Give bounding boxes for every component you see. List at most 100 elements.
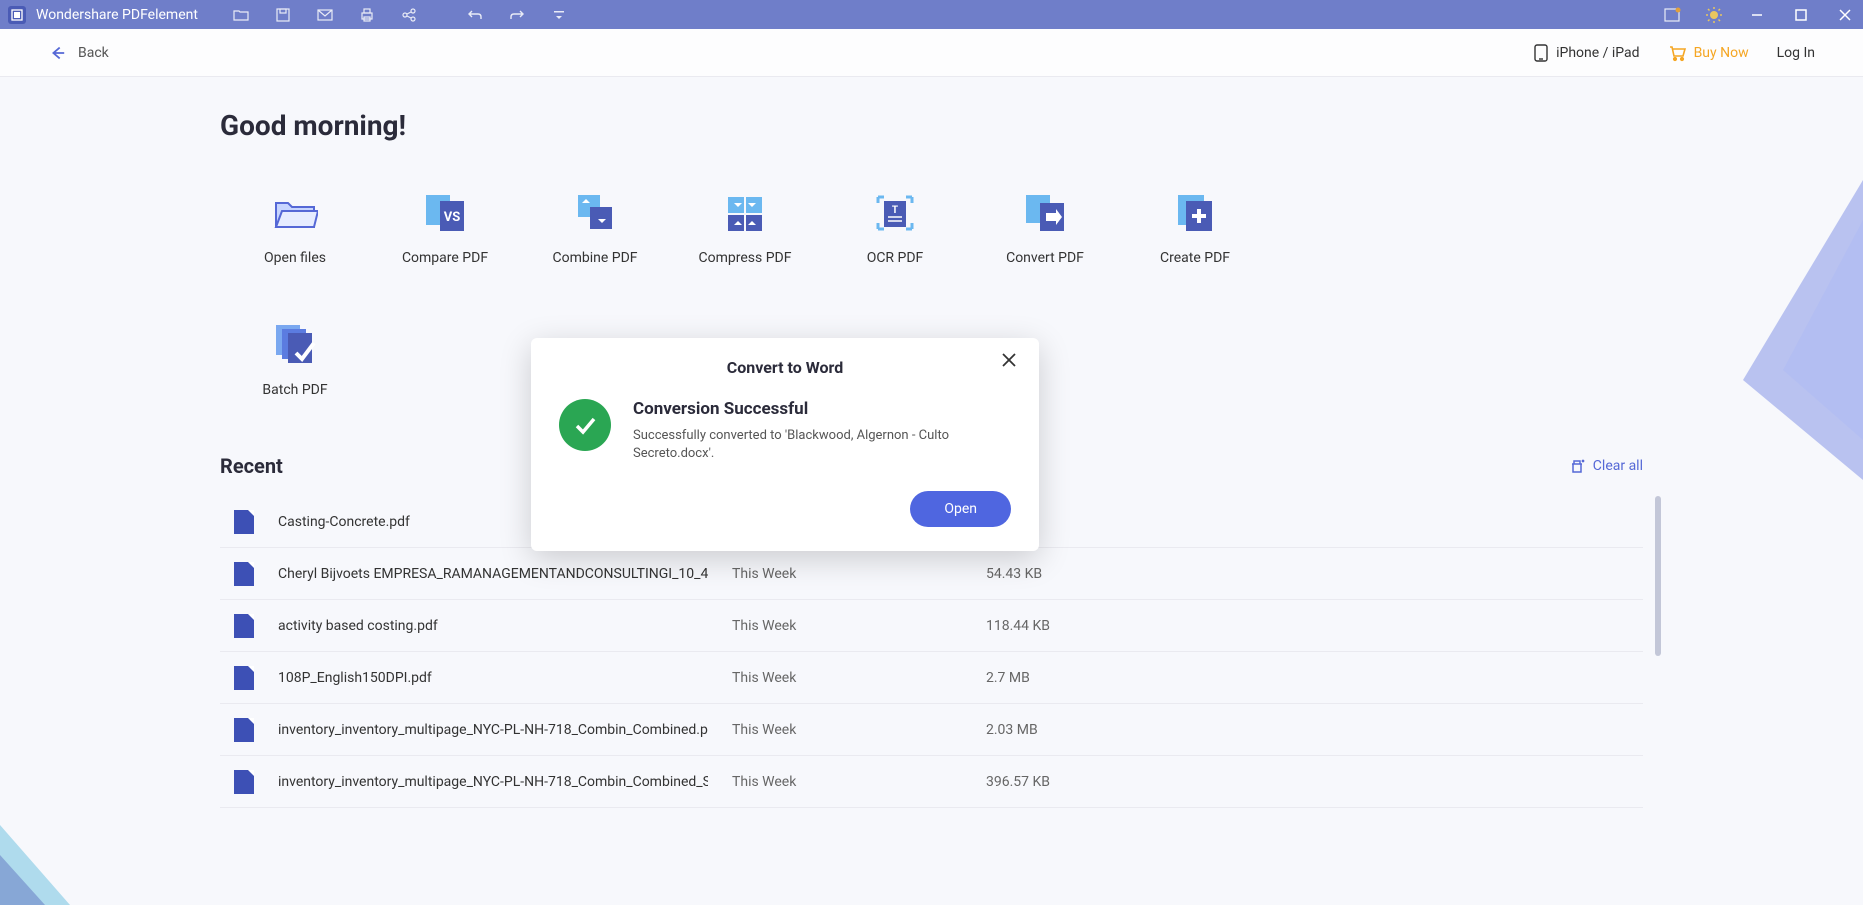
folder-icon[interactable] — [232, 6, 250, 24]
buy-now-link[interactable]: Buy Now — [1668, 44, 1749, 62]
file-size: 2.03 MB — [986, 722, 1038, 738]
recent-row[interactable]: inventory_inventory_multipage_NYC-PL-NH-… — [220, 756, 1643, 808]
titlebar-left: Wondershare PDFelement — [8, 6, 568, 24]
modal-footer: Open — [559, 491, 1011, 527]
iphone-label: iPhone / iPad — [1556, 45, 1639, 61]
app-logo — [8, 6, 26, 24]
action-label: Combine PDF — [552, 250, 637, 266]
file-date: This Week — [732, 722, 962, 738]
file-date: This Week — [732, 670, 962, 686]
back-button[interactable]: Back — [48, 44, 109, 62]
dropdown-icon[interactable] — [550, 6, 568, 24]
recent-row[interactable]: inventory_inventory_multipage_NYC-PL-NH-… — [220, 704, 1643, 756]
convert-modal: Convert to Word Conversion Successful Su… — [531, 338, 1039, 551]
maximize-button[interactable] — [1791, 5, 1811, 25]
file-size: 54.43 KB — [986, 566, 1042, 582]
action-compare-pdf[interactable]: VS Compare PDF — [370, 190, 520, 266]
phone-icon — [1534, 44, 1548, 62]
login-label: Log In — [1777, 45, 1815, 61]
file-name: inventory_inventory_multipage_NYC-PL-NH-… — [278, 722, 708, 738]
create-icon — [1172, 190, 1218, 236]
action-create-pdf[interactable]: Create PDF — [1120, 190, 1270, 266]
subheader: Back iPhone / iPad Buy Now Log In — [0, 29, 1863, 77]
action-open-files[interactable]: Open files — [220, 190, 370, 266]
recent-row[interactable]: Cheryl Bijvoets EMPRESA_RAMANAGEMENTANDC… — [220, 548, 1643, 600]
modal-text: Conversion Successful Successfully conve… — [633, 399, 953, 463]
subheader-right: iPhone / iPad Buy Now Log In — [1534, 44, 1815, 62]
clear-all-label: Clear all — [1593, 458, 1643, 474]
login-link[interactable]: Log In — [1777, 45, 1815, 61]
action-label: Batch PDF — [262, 382, 327, 398]
modal-title: Convert to Word — [559, 358, 1011, 377]
file-name: 108P_English150DPI.pdf — [278, 670, 708, 686]
action-label: Create PDF — [1160, 250, 1230, 266]
back-label: Back — [78, 45, 109, 61]
close-button[interactable] — [1835, 5, 1855, 25]
notification-icon[interactable] — [1663, 6, 1681, 24]
file-size: 396.57 KB — [986, 774, 1050, 790]
action-ocr-pdf[interactable]: T OCR PDF — [820, 190, 970, 266]
print-icon[interactable] — [358, 6, 376, 24]
pdf-file-icon — [234, 614, 254, 638]
pdf-file-icon — [234, 770, 254, 794]
open-folder-icon — [272, 190, 318, 236]
file-date: This Week — [732, 618, 962, 634]
action-label: OCR PDF — [867, 250, 924, 266]
combine-icon — [572, 190, 618, 236]
success-check-icon — [559, 399, 611, 451]
file-size: 2.7 MB — [986, 670, 1030, 686]
iphone-link[interactable]: iPhone / iPad — [1534, 44, 1639, 62]
svg-text:T: T — [892, 205, 898, 216]
pdf-file-icon — [234, 510, 254, 534]
action-label: Compress PDF — [699, 250, 792, 266]
clear-all-button[interactable]: Clear all — [1569, 458, 1643, 474]
titlebar-right — [1663, 5, 1855, 25]
recent-title: Recent — [220, 454, 283, 478]
recent-row[interactable]: activity based costing.pdf This Week 118… — [220, 600, 1643, 652]
clear-icon — [1569, 458, 1585, 474]
action-batch-pdf[interactable]: Batch PDF — [220, 322, 370, 398]
modal-message: Successfully converted to 'Blackwood, Al… — [633, 427, 953, 463]
modal-status: Conversion Successful — [633, 399, 953, 419]
mail-icon[interactable] — [316, 6, 334, 24]
ocr-icon: T — [872, 190, 918, 236]
file-name: Cheryl Bijvoets EMPRESA_RAMANAGEMENTANDC… — [278, 566, 708, 582]
action-combine-pdf[interactable]: Combine PDF — [520, 190, 670, 266]
action-convert-pdf[interactable]: Convert PDF — [970, 190, 1120, 266]
close-icon — [1001, 352, 1017, 368]
modal-close-button[interactable] — [1001, 352, 1021, 372]
minimize-button[interactable] — [1747, 5, 1767, 25]
greeting-title: Good morning! — [220, 109, 1643, 142]
file-date: This Week — [732, 566, 962, 582]
app-title: Wondershare PDFelement — [36, 7, 198, 23]
compare-icon: VS — [422, 190, 468, 236]
save-icon[interactable] — [274, 6, 292, 24]
convert-icon — [1022, 190, 1068, 236]
open-button[interactable]: Open — [910, 491, 1011, 527]
action-label: Open files — [264, 250, 326, 266]
pdf-file-icon — [234, 562, 254, 586]
cart-icon — [1668, 44, 1686, 62]
scrollbar[interactable] — [1655, 496, 1661, 656]
action-compress-pdf[interactable]: Compress PDF — [670, 190, 820, 266]
window-controls — [1747, 5, 1855, 25]
modal-body: Conversion Successful Successfully conve… — [559, 399, 1011, 463]
action-label: Convert PDF — [1006, 250, 1084, 266]
recent-row[interactable]: 108P_English150DPI.pdf This Week 2.7 MB — [220, 652, 1643, 704]
undo-icon[interactable] — [466, 6, 484, 24]
titlebar-toolbar — [232, 6, 568, 24]
redo-icon[interactable] — [508, 6, 526, 24]
theme-icon[interactable] — [1705, 6, 1723, 24]
compress-icon — [722, 190, 768, 236]
pdf-file-icon — [234, 666, 254, 690]
action-label: Compare PDF — [402, 250, 488, 266]
file-name: activity based costing.pdf — [278, 618, 708, 634]
back-arrow-icon — [48, 44, 66, 62]
pdf-file-icon — [234, 718, 254, 742]
batch-icon — [272, 322, 318, 368]
titlebar: Wondershare PDFelement — [0, 0, 1863, 29]
action-grid-row1: Open files VS Compare PDF Combine PDF Co… — [220, 190, 1643, 266]
file-name: inventory_inventory_multipage_NYC-PL-NH-… — [278, 774, 708, 790]
file-size: 118.44 KB — [986, 618, 1050, 634]
share-icon[interactable] — [400, 6, 418, 24]
